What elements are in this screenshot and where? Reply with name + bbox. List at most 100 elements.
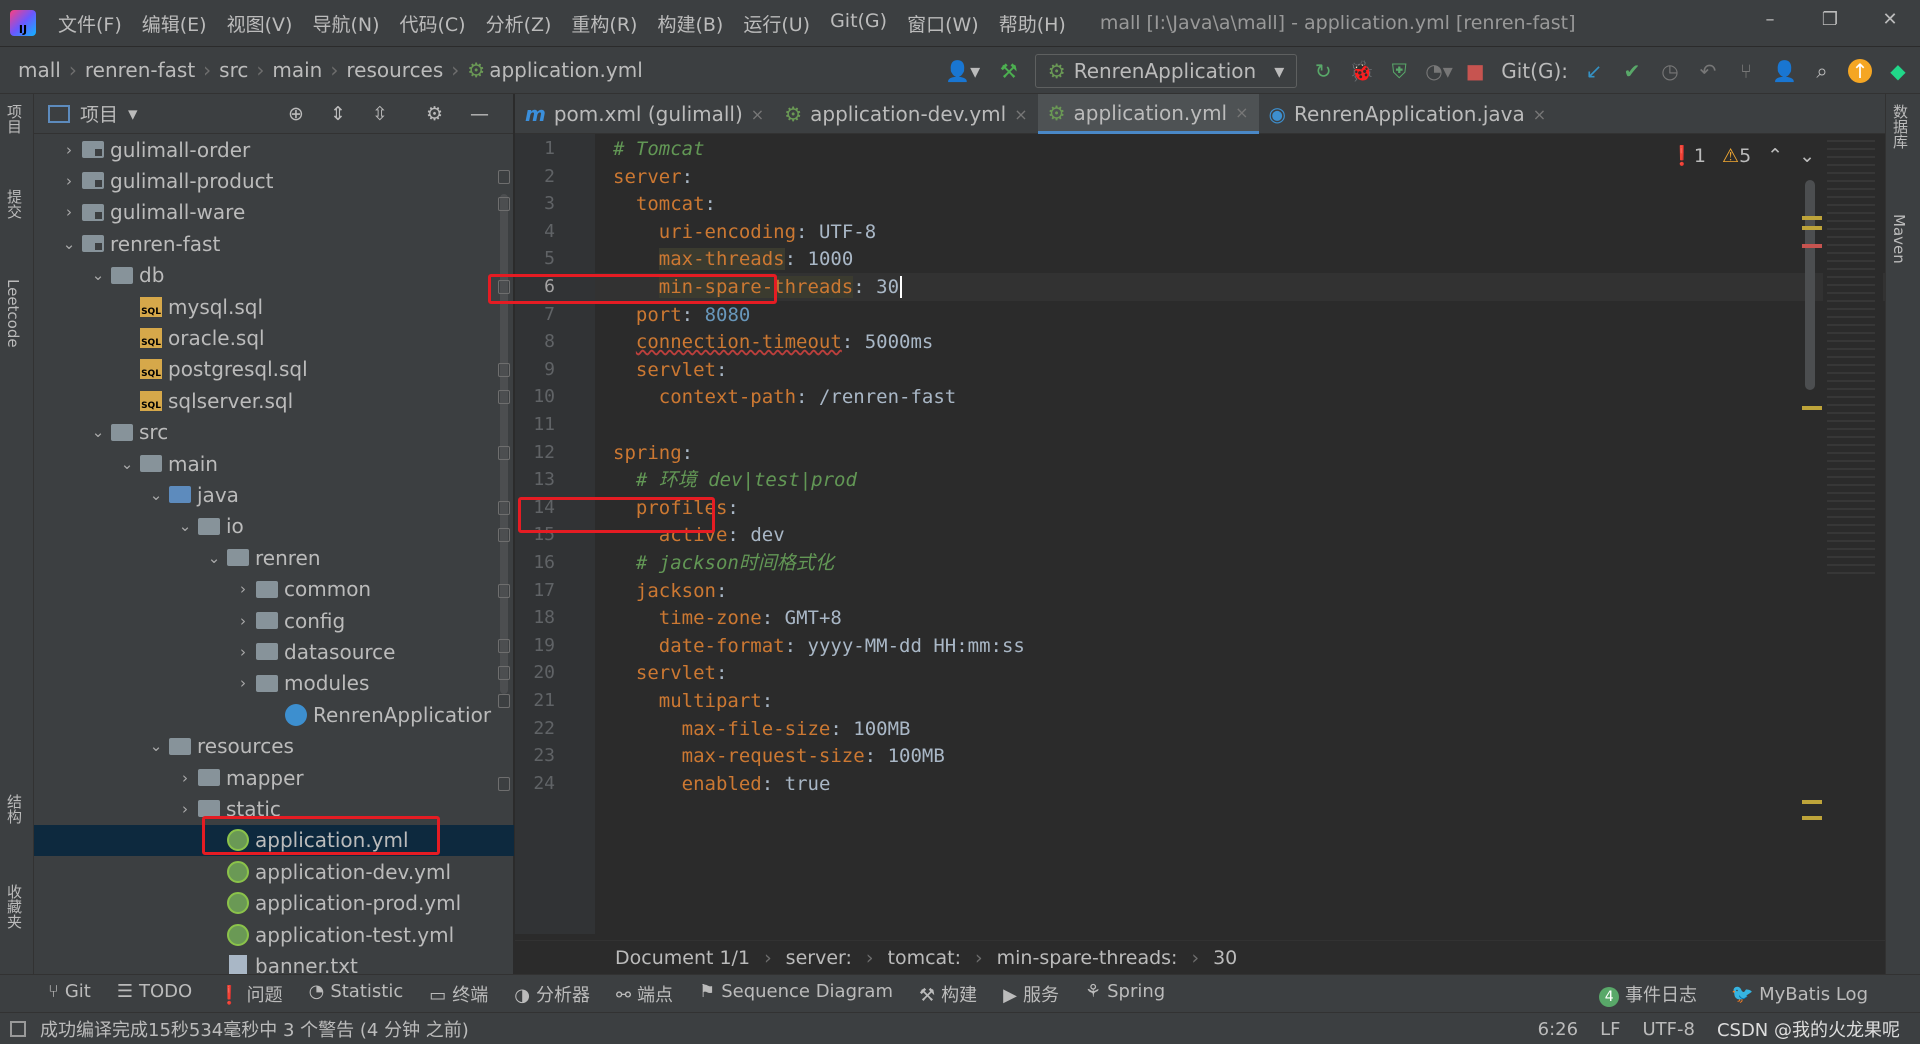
menu-item[interactable]: 编辑(E): [132, 10, 217, 37]
close-icon[interactable]: ✕: [1860, 0, 1920, 46]
editor-tab[interactable]: m pom.xml (gulimall) ×: [515, 94, 774, 134]
tree-item[interactable]: application-prod.yml: [34, 888, 514, 919]
chevron-down-icon[interactable]: ▾: [128, 103, 138, 125]
chevron-right-icon[interactable]: ›: [234, 580, 252, 598]
next-highlight-icon[interactable]: ⌄: [1799, 145, 1815, 167]
fold-marker-icon[interactable]: [498, 528, 510, 543]
warning-stripe-mark[interactable]: [1802, 216, 1822, 220]
user-dropdown-icon[interactable]: 👤▾: [943, 59, 983, 83]
toolbox-icon[interactable]: ◆: [1886, 59, 1910, 83]
bottom-tool-tab[interactable]: ◑ 分析器: [514, 981, 590, 1007]
editor-tab[interactable]: ⚙ application.yml ×: [1037, 94, 1259, 134]
minimap[interactable]: [1823, 134, 1883, 934]
git-update-icon[interactable]: ↙: [1582, 59, 1606, 83]
close-tab-icon[interactable]: ×: [751, 105, 764, 124]
caret-position[interactable]: 6:26: [1538, 1019, 1578, 1040]
fold-marker-icon[interactable]: [498, 666, 510, 681]
editor-breadcrumb-item[interactable]: min-spare-threads:: [997, 947, 1178, 969]
breadcrumb-item[interactable]: src: [219, 58, 248, 82]
menu-item[interactable]: 代码(C): [389, 10, 475, 37]
menu-item[interactable]: 文件(F): [48, 10, 132, 37]
fold-marker-icon[interactable]: [498, 362, 510, 377]
minimize-icon[interactable]: –: [1740, 0, 1800, 46]
close-tab-icon[interactable]: ×: [1235, 103, 1248, 122]
chevron-right-icon[interactable]: ›: [60, 203, 78, 221]
editor-breadcrumb-item[interactable]: server:: [786, 947, 852, 969]
tool-tab-project[interactable]: 项目: [4, 104, 25, 134]
restore-icon[interactable]: ❐: [1800, 0, 1860, 46]
file-encoding[interactable]: UTF-8: [1642, 1019, 1694, 1040]
editor-breadcrumb-item[interactable]: Document 1/1: [615, 947, 750, 969]
event-log-button[interactable]: 4 事件日志: [1599, 981, 1697, 1007]
tree-item[interactable]: ⌄ io: [34, 511, 514, 542]
tree-item[interactable]: ⌄ db: [34, 260, 514, 291]
hide-panel-icon[interactable]: —: [470, 103, 489, 125]
profile-icon[interactable]: ◔▾: [1425, 59, 1453, 83]
tree-item[interactable]: ⌄ main: [34, 448, 514, 479]
rerun-icon[interactable]: ↻: [1311, 59, 1335, 83]
bottom-tool-tab[interactable]: ☰ TODO: [117, 981, 192, 1007]
git-rollback-icon[interactable]: ↶: [1696, 59, 1720, 83]
chevron-down-icon[interactable]: ⌄: [89, 423, 107, 441]
tree-item[interactable]: SQL oracle.sql: [34, 322, 514, 353]
error-indicator[interactable]: ❗1: [1670, 144, 1706, 167]
project-tree-scrollbar[interactable]: [500, 194, 508, 694]
bottom-tool-tab[interactable]: ⚒ 构建: [919, 981, 977, 1007]
coverage-icon[interactable]: ⛨: [1387, 59, 1411, 83]
tool-tab-leetcode[interactable]: Leetcode: [4, 279, 22, 348]
fold-marker-icon[interactable]: [498, 197, 510, 212]
chevron-down-icon[interactable]: ⌄: [147, 737, 165, 755]
line-separator[interactable]: LF: [1600, 1019, 1620, 1040]
tool-tab-database[interactable]: 数据库: [1890, 104, 1911, 149]
bottom-tool-tab[interactable]: ◔ Statistic: [309, 981, 404, 1007]
editor-scrollbar[interactable]: [1805, 180, 1815, 390]
breadcrumb-item[interactable]: resources: [346, 58, 443, 82]
tree-item[interactable]: RenrenApplicatior: [34, 699, 514, 730]
menu-item[interactable]: Git(G): [820, 10, 897, 37]
chevron-right-icon[interactable]: ›: [234, 643, 252, 661]
bottom-tool-tab[interactable]: ❗ 问题: [218, 981, 282, 1007]
fold-marker-icon[interactable]: [498, 500, 510, 515]
chevron-down-icon[interactable]: ⌄: [176, 517, 194, 535]
breadcrumb-item[interactable]: renren-fast: [85, 58, 195, 82]
tree-item[interactable]: application-dev.yml: [34, 856, 514, 887]
warning-indicator[interactable]: ⚠5: [1722, 145, 1751, 167]
tree-item[interactable]: › common: [34, 574, 514, 605]
tree-item[interactable]: banner.txt: [34, 950, 514, 974]
inspection-widget[interactable]: ❗1 ⚠5 ⌃ ⌄: [1670, 144, 1815, 168]
git-commit-icon[interactable]: ✔: [1620, 59, 1644, 83]
chevron-down-icon[interactable]: ⌄: [60, 235, 78, 253]
chevron-down-icon[interactable]: ⌄: [205, 549, 223, 567]
menu-item[interactable]: 运行(U): [733, 10, 820, 37]
fold-marker-icon[interactable]: [498, 390, 510, 405]
tree-item[interactable]: › modules: [34, 668, 514, 699]
tool-tab-maven[interactable]: Maven: [1890, 214, 1908, 264]
tree-item[interactable]: ⌄ java: [34, 479, 514, 510]
git-history-icon[interactable]: ◷: [1658, 59, 1682, 83]
menu-item[interactable]: 帮助(H): [989, 10, 1076, 37]
bottom-tool-tab[interactable]: ▶ 服务: [1003, 981, 1059, 1007]
stop-icon[interactable]: ■: [1463, 59, 1487, 83]
tree-item[interactable]: SQL mysql.sql: [34, 291, 514, 322]
warning-stripe-mark[interactable]: [1802, 816, 1822, 820]
tree-item[interactable]: › gulimall-order: [34, 134, 514, 165]
debug-bug-icon[interactable]: 🐞: [1349, 59, 1374, 83]
menu-item[interactable]: 视图(V): [217, 10, 303, 37]
bottom-tool-tab[interactable]: ⑂ Git: [48, 981, 91, 1007]
tree-item[interactable]: ⌄ src: [34, 417, 514, 448]
fold-marker-icon[interactable]: [498, 583, 510, 598]
tree-item[interactable]: › config: [34, 605, 514, 636]
chevron-right-icon[interactable]: ›: [60, 172, 78, 190]
tree-item[interactable]: › gulimall-ware: [34, 197, 514, 228]
warning-stripe-mark[interactable]: [1802, 800, 1822, 804]
menu-item[interactable]: 重构(R): [561, 10, 647, 37]
tree-item[interactable]: › datasource: [34, 636, 514, 667]
search-icon[interactable]: ⌕: [1810, 59, 1834, 83]
fold-marker-icon[interactable]: [498, 169, 510, 184]
menu-item[interactable]: 构建(B): [647, 10, 733, 37]
code-editor[interactable]: 1 2 3 4 5 6 7 8 9 10 11 12 13 14 15 16 17 18 19 20 21 22 23 24 …: [488, 134, 1885, 934]
menu-item[interactable]: 导航(N): [302, 10, 389, 37]
status-message[interactable]: 成功编译完成15秒534毫秒中 3 个警告 (4 分钟 之前): [40, 1016, 469, 1042]
close-tab-icon[interactable]: ×: [1533, 105, 1546, 124]
locate-icon[interactable]: ⊕: [288, 103, 304, 125]
